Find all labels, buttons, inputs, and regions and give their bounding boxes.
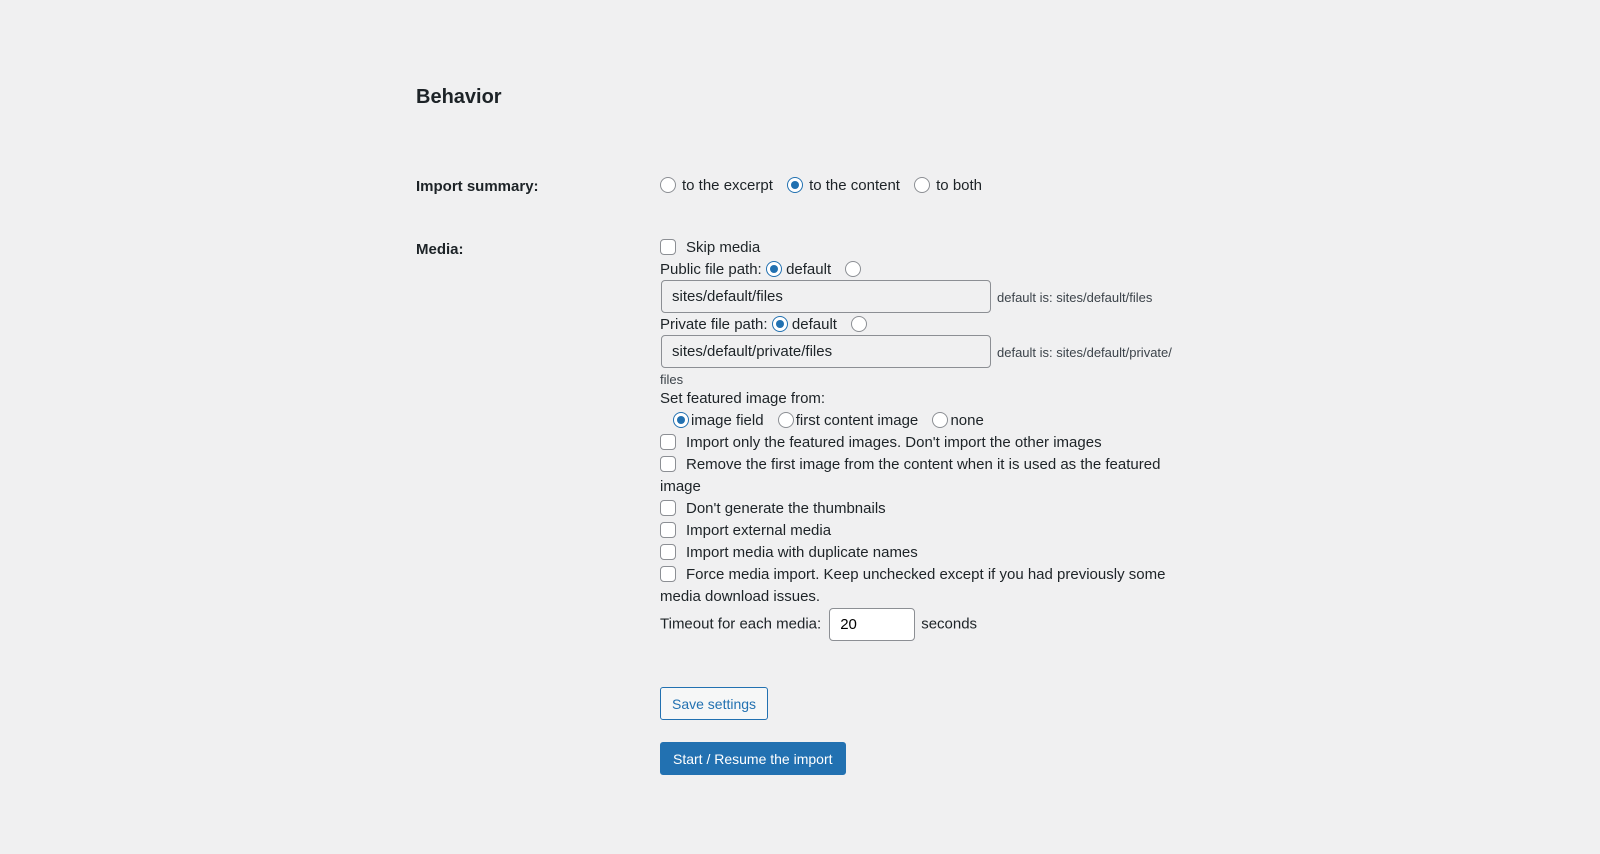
public-path-custom-radio[interactable] bbox=[845, 261, 862, 277]
remove-first-image-wrap: image bbox=[660, 478, 701, 495]
duplicate-names-option[interactable]: Import media with duplicate names bbox=[660, 544, 918, 561]
featured-options: image field first content image none bbox=[673, 412, 994, 429]
private-path-row: Private file path: default bbox=[660, 316, 868, 333]
import-external-media-option[interactable]: Import external media bbox=[660, 522, 831, 539]
radio-content[interactable] bbox=[787, 177, 804, 193]
import-summary-content[interactable]: to the content bbox=[787, 177, 900, 194]
force-media-import-option[interactable]: Force media import. Keep unchecked excep… bbox=[660, 566, 1165, 583]
public-path-input[interactable] bbox=[661, 280, 991, 313]
public-path-row: Public file path: default bbox=[660, 261, 862, 278]
force-media-import-checkbox[interactable] bbox=[660, 566, 676, 582]
public-path-default-radio[interactable] bbox=[765, 261, 782, 277]
public-path-hint: default is: sites/default/files bbox=[997, 290, 1153, 305]
timeout-input[interactable] bbox=[829, 608, 916, 641]
radio-both[interactable] bbox=[914, 177, 931, 193]
no-thumbnails-option[interactable]: Don't generate the thumbnails bbox=[660, 500, 886, 517]
force-media-import-wrap: media download issues. bbox=[660, 588, 821, 605]
start-import-button[interactable]: Start / Resume the import bbox=[660, 742, 846, 775]
import-summary-excerpt[interactable]: to the excerpt bbox=[660, 177, 773, 194]
private-path-custom-radio[interactable] bbox=[851, 316, 868, 332]
featured-label: Set featured image from: bbox=[660, 390, 826, 407]
import-external-media-checkbox[interactable] bbox=[660, 522, 676, 538]
remove-first-image-checkbox[interactable] bbox=[660, 456, 676, 472]
import-summary-label: Import summary: bbox=[416, 178, 539, 195]
save-settings-button[interactable]: Save settings bbox=[660, 687, 769, 720]
import-only-featured-option[interactable]: Import only the featured images. Don't i… bbox=[660, 434, 1102, 451]
media-label: Media: bbox=[416, 241, 464, 258]
private-path-hint: default is: sites/default/private/ bbox=[997, 345, 1172, 360]
featured-none[interactable]: none bbox=[932, 412, 984, 429]
skip-media-option[interactable]: Skip media bbox=[660, 239, 760, 256]
radio-image-field[interactable] bbox=[673, 412, 689, 428]
timeout-row: Timeout for each media:seconds bbox=[660, 608, 977, 641]
import-only-featured-checkbox[interactable] bbox=[660, 434, 676, 450]
skip-media-checkbox[interactable] bbox=[660, 239, 676, 255]
private-path-input[interactable] bbox=[661, 335, 991, 368]
featured-image-field[interactable]: image field bbox=[673, 412, 764, 429]
private-path-hint-wrap: files bbox=[660, 372, 684, 387]
radio-none[interactable] bbox=[932, 412, 949, 428]
no-thumbnails-checkbox[interactable] bbox=[660, 500, 676, 516]
import-summary-options: to the excerpt to the content to both bbox=[660, 177, 992, 194]
radio-first-content[interactable] bbox=[777, 412, 794, 428]
featured-first-content[interactable]: first content image bbox=[777, 412, 918, 429]
radio-excerpt[interactable] bbox=[660, 177, 676, 193]
section-title: Behavior bbox=[416, 86, 502, 108]
import-summary-both[interactable]: to both bbox=[914, 177, 982, 194]
private-path-default-radio[interactable] bbox=[771, 316, 788, 332]
duplicate-names-checkbox[interactable] bbox=[660, 544, 676, 560]
remove-first-image-option[interactable]: Remove the first image from the content … bbox=[660, 456, 1160, 473]
